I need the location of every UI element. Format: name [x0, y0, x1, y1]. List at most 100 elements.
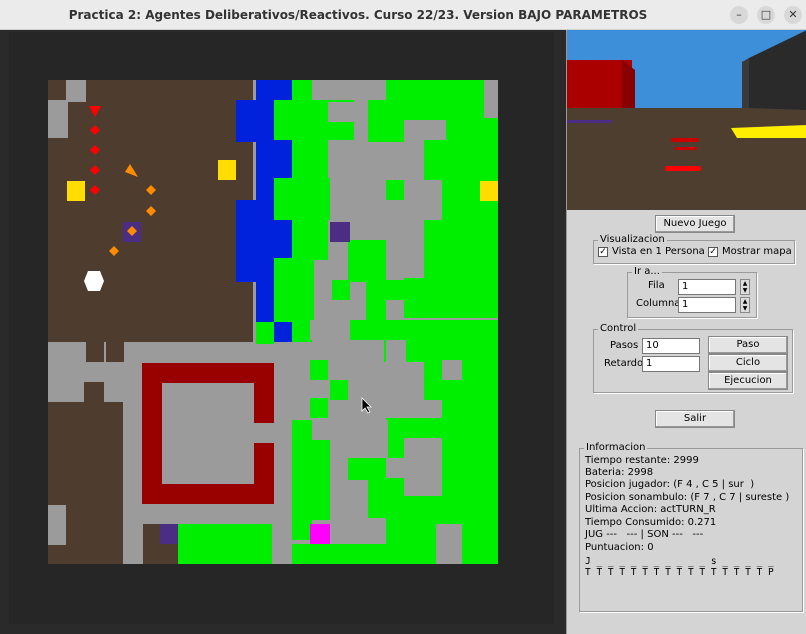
right-panel: Nuevo Juego Visualizacion ✓ Vista en 1 P…: [566, 30, 806, 634]
map-forest: [330, 380, 350, 400]
map-forest: [292, 544, 404, 564]
ejecucion-button[interactable]: Ejecucion: [708, 372, 788, 390]
map-land-patch: [86, 342, 104, 362]
ir-a-group: Ir a... Fila 1 ▲ ▼ Columna 1 ▲ ▼: [627, 266, 757, 318]
retardo-input[interactable]: 1: [642, 356, 700, 372]
map-forest: [310, 440, 330, 480]
terrain-row: T T T T T T T T T T T T T T T T P: [585, 567, 774, 578]
vista-label: Vista en 1 Persona: [612, 246, 705, 257]
salir-button[interactable]: Salir: [655, 410, 735, 428]
map-forest: [292, 520, 312, 540]
map-hexagon-marker: [84, 271, 104, 291]
map-forest: [366, 300, 386, 320]
map-rock-patch: [348, 380, 384, 420]
puntuacion: Puntuacion: 0: [585, 542, 654, 553]
jug-son-status: JUG --- --- | SON --- ---: [585, 529, 704, 540]
map-forest: [348, 320, 384, 340]
map-land-patch: [84, 382, 104, 402]
map-rock-patch: [48, 505, 66, 545]
map-rock-patch: [442, 360, 462, 380]
ultima-accion: Ultima Accion: actTURN_R: [585, 504, 716, 515]
map-land-patch: [106, 342, 124, 362]
map-rock-patch: [328, 102, 368, 122]
map-land-patch: [66, 544, 86, 564]
maximize-icon[interactable]: □: [757, 6, 775, 24]
map-goal: [67, 181, 85, 201]
map-rock-patch: [404, 460, 442, 496]
map-forest: [462, 520, 498, 564]
map-forest: [256, 322, 274, 344]
map-forest: [404, 418, 498, 438]
columna-input[interactable]: 1: [678, 297, 736, 313]
map-pit: [160, 524, 178, 544]
pasos-input[interactable]: 10: [642, 338, 700, 354]
map-forest: [368, 100, 404, 142]
map-goal: [480, 181, 498, 201]
control-panel: Nuevo Juego Visualizacion ✓ Vista en 1 P…: [567, 210, 806, 634]
map-forest: [292, 420, 312, 480]
retardo-label: Retardo: [604, 358, 644, 369]
map-forest: [386, 180, 404, 200]
main-window: Practica 2: Agentes Deliberativos/Reacti…: [0, 0, 806, 634]
map-rock-patch: [386, 340, 406, 380]
map-wall: [254, 363, 274, 423]
title-bar: Practica 2: Agentes Deliberativos/Reacti…: [0, 0, 806, 30]
map-forest: [292, 480, 330, 520]
new-game-button[interactable]: Nuevo Juego: [655, 215, 735, 233]
mapa-checkbox[interactable]: ✓: [708, 247, 718, 257]
map-forest: [292, 138, 328, 178]
map-forest: [386, 418, 404, 458]
informacion-group: Informacion Tiempo restante: 2999 Bateri…: [579, 442, 803, 612]
map-forest: [348, 240, 386, 282]
map-forest: [310, 398, 328, 418]
map-forest: [292, 320, 312, 342]
ir-a-label: Ir a...: [632, 266, 662, 277]
minimize-icon[interactable]: –: [730, 6, 748, 24]
control-label: Control: [598, 323, 639, 334]
ciclo-button[interactable]: Ciclo: [708, 354, 788, 372]
map-forest: [310, 360, 328, 380]
map-forest: [292, 80, 312, 102]
map-rock-patch: [348, 200, 388, 240]
visualizacion-group: Visualizacion ✓ Vista en 1 Persona ✓ Mos…: [593, 234, 795, 264]
columna-label: Columna: [636, 298, 681, 309]
map-forest: [442, 436, 498, 496]
pasos-label: Pasos: [610, 340, 639, 351]
map-rock-patch: [330, 500, 368, 520]
map-wall: [254, 443, 274, 503]
informacion-label: Informacion: [584, 442, 648, 453]
map-wall: [142, 363, 162, 503]
map-rock-patch: [404, 160, 424, 180]
tiempo-restante: Tiempo restante: 2999: [585, 455, 699, 466]
visualizacion-label: Visualizacion: [598, 234, 667, 245]
map-pit: [330, 222, 350, 242]
map-forest: [424, 220, 498, 282]
map-rock-patch: [68, 80, 86, 102]
first-person-view-canvas: [567, 30, 806, 210]
bateria: Bateria: 2998: [585, 467, 654, 478]
map-forest: [310, 198, 330, 218]
mapa-label: Mostrar mapa: [722, 246, 792, 257]
map-forest: [178, 524, 272, 564]
map-forest: [368, 478, 404, 518]
object-row: J _ _ _ _ _ _ _ _ _ _ s _ _ _ _ _: [585, 556, 774, 567]
map-rock-patch: [310, 320, 350, 340]
columna-spinner[interactable]: ▲ ▼: [740, 297, 750, 313]
map-forest: [404, 278, 498, 318]
paso-button[interactable]: Paso: [708, 336, 788, 354]
world-map[interactable]: [48, 80, 498, 564]
map-forest: [292, 218, 328, 260]
posicion-sonambulo: Posicion sonambulo: (F 7 , C 7 | sureste…: [585, 492, 790, 503]
window-title: Practica 2: Agentes Deliberativos/Reacti…: [68, 8, 648, 22]
fila-spinner[interactable]: ▲ ▼: [740, 279, 750, 295]
map-rock-patch: [368, 420, 388, 458]
tiempo-consumido: Tiempo Consumido: 0.271: [585, 517, 717, 528]
fila-input[interactable]: 1: [678, 279, 736, 295]
map-forest: [274, 258, 314, 322]
first-person-view: [567, 30, 806, 210]
posicion-jugador: Posicion jugador: (F 4 , C 5 | sur ): [585, 479, 755, 490]
close-icon[interactable]: ✕: [784, 6, 802, 24]
vista-checkbox[interactable]: ✓: [598, 247, 608, 257]
map-forest: [424, 140, 498, 180]
map-magenta-tile: [310, 524, 330, 544]
